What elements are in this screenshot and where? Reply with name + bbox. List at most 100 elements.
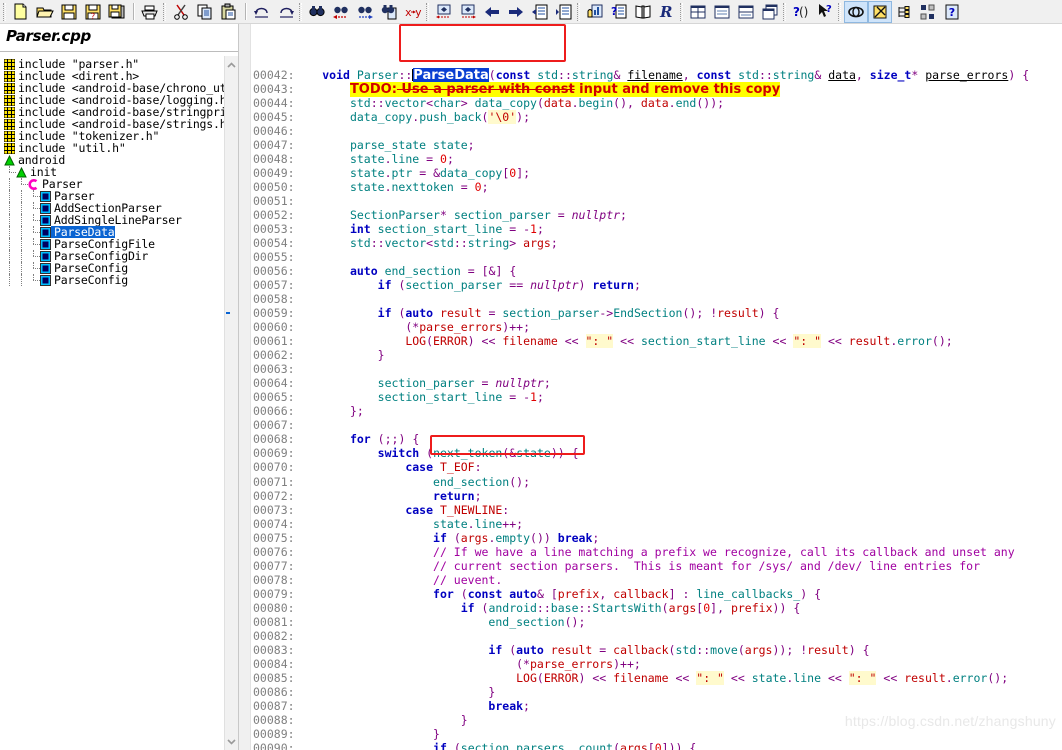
code-line[interactable]: 00049: state.ptr = &data_copy[0];: [253, 166, 1062, 180]
code-line[interactable]: 00078: // uevent.: [253, 573, 1062, 587]
undo-button[interactable]: [250, 1, 274, 23]
scroll-thumb[interactable]: [225, 312, 230, 314]
code-line[interactable]: 00065: section_start_line = -1;: [253, 390, 1062, 404]
find-button[interactable]: [305, 1, 329, 23]
code-line[interactable]: 00055:: [253, 250, 1062, 264]
code-line[interactable]: 00062: }: [253, 348, 1062, 362]
code-line[interactable]: 00059: if (auto result = section_parser-…: [253, 306, 1062, 320]
open-folder-button[interactable]: [33, 1, 57, 23]
components-button[interactable]: [916, 1, 940, 23]
scroll-up-icon[interactable]: [225, 58, 239, 72]
back-arrow-button[interactable]: [480, 1, 504, 23]
outline-tree-button[interactable]: [892, 1, 916, 23]
code-area[interactable]: 00042: void Parser::ParseData(const std:…: [239, 24, 1062, 750]
previous-bookmark-button[interactable]: [528, 1, 552, 23]
code-line[interactable]: 00077: // current section parsers. This …: [253, 559, 1062, 573]
code-line[interactable]: 00056: auto end_section = [&] {: [253, 264, 1062, 278]
toolbar-grip-4[interactable]: [426, 2, 429, 21]
code-line[interactable]: 00061: LOG(ERROR) << filename << ": " <<…: [253, 334, 1062, 349]
code-line[interactable]: 00050: state.nexttoken = 0;: [253, 180, 1062, 194]
context-help-button[interactable]: ?: [607, 1, 631, 23]
code-line[interactable]: 00087: break;: [253, 699, 1062, 713]
code-line[interactable]: 00071: end_section();: [253, 475, 1062, 489]
toolbar-grip-2[interactable]: [163, 2, 166, 21]
jump-left-button[interactable]: [432, 1, 456, 23]
code-line[interactable]: 00067:: [253, 418, 1062, 432]
call-browser-button[interactable]: [583, 1, 607, 23]
save-all-button[interactable]: [105, 1, 129, 23]
code-line[interactable]: 00068: for (;;) {: [253, 432, 1062, 446]
code-line[interactable]: 00074: state.line++;: [253, 517, 1062, 531]
tree-item[interactable]: init: [2, 166, 224, 178]
toolbar-grip-8[interactable]: [838, 2, 841, 21]
jump-right-button[interactable]: [456, 1, 480, 23]
save-button[interactable]: [57, 1, 81, 23]
code-line[interactable]: 00089: }: [253, 727, 1062, 741]
regex-script-button[interactable]: R: [655, 1, 679, 23]
code-line[interactable]: 00048: state.line = 0;: [253, 152, 1062, 166]
print-button[interactable]: [138, 1, 162, 23]
code-line[interactable]: 00083: if (auto result = callback(std::m…: [253, 643, 1062, 657]
tile-grid-button[interactable]: [686, 1, 710, 23]
new-file-button[interactable]: [9, 1, 33, 23]
find-next-button[interactable]: [353, 1, 377, 23]
find-in-files-button[interactable]: [377, 1, 401, 23]
symbol-view-button[interactable]: [868, 0, 892, 23]
code-lines[interactable]: 00042: void Parser::ParseData(const std:…: [239, 66, 1062, 750]
code-line[interactable]: 00066: };: [253, 404, 1062, 418]
code-line[interactable]: 00090: if (section_parsers_.count(args[0…: [253, 741, 1062, 750]
code-line[interactable]: 00086: }: [253, 685, 1062, 699]
paste-button[interactable]: [217, 1, 241, 23]
replace-button[interactable]: xy: [401, 1, 425, 23]
code-line[interactable]: 00051:: [253, 194, 1062, 208]
code-line[interactable]: 00064: section_parser = nullptr;: [253, 376, 1062, 390]
toolbar-grip-5[interactable]: [577, 2, 580, 21]
code-line[interactable]: 00042: void Parser::ParseData(const std:…: [253, 68, 1062, 84]
code-line[interactable]: 00084: (*parse_errors)++;: [253, 657, 1062, 671]
code-line[interactable]: 00047: parse_state state;: [253, 138, 1062, 152]
redo-button[interactable]: [274, 1, 298, 23]
code-line[interactable]: 00046:: [253, 124, 1062, 138]
code-line[interactable]: 00053: int section_start_line = -1;: [253, 222, 1062, 236]
info-page-button[interactable]: ?: [940, 1, 964, 23]
symbol-tree-scrollbar[interactable]: [224, 56, 238, 750]
tree-item[interactable]: ParseConfig: [2, 274, 224, 286]
code-line[interactable]: 00060: (*parse_errors)++;: [253, 320, 1062, 334]
copy-button[interactable]: [193, 1, 217, 23]
code-line[interactable]: 00043: TODO: Use a parser with const inp…: [253, 82, 1062, 98]
code-line[interactable]: 00072: return;: [253, 489, 1062, 503]
toolbar-grip-3[interactable]: [299, 2, 302, 21]
code-line[interactable]: 00044: std::vector<char> data_copy(data.…: [253, 96, 1062, 110]
code-line[interactable]: 00079: for (const auto& [prefix, callbac…: [253, 587, 1062, 601]
tree-item[interactable]: Parser: [2, 178, 224, 190]
toolbar-grip-7[interactable]: [783, 2, 786, 21]
next-bookmark-button[interactable]: [552, 1, 576, 23]
open-book-button[interactable]: [631, 1, 655, 23]
toolbar-grip-6[interactable]: [680, 2, 683, 21]
cut-button[interactable]: [169, 1, 193, 23]
code-line[interactable]: 00045: data_copy.push_back('\0');: [253, 110, 1062, 125]
code-line[interactable]: 00070: case T_EOF:: [253, 460, 1062, 474]
find-previous-button[interactable]: [329, 1, 353, 23]
code-line[interactable]: 00058:: [253, 292, 1062, 306]
class-view-button[interactable]: [844, 0, 868, 23]
scroll-down-icon[interactable]: [225, 734, 239, 748]
forward-arrow-button[interactable]: [504, 1, 528, 23]
code-line[interactable]: 00088: }: [253, 713, 1062, 727]
code-line[interactable]: 00063:: [253, 362, 1062, 376]
code-line[interactable]: 00080: if (android::base::StartsWith(arg…: [253, 601, 1062, 615]
scroll-track[interactable]: [225, 72, 239, 734]
code-line[interactable]: 00081: end_section();: [253, 615, 1062, 629]
code-line[interactable]: 00057: if (section_parser == nullptr) re…: [253, 278, 1062, 292]
code-line[interactable]: 00052: SectionParser* section_parser = n…: [253, 208, 1062, 222]
code-line[interactable]: 00073: case T_NEWLINE:: [253, 503, 1062, 517]
code-line[interactable]: 00082:: [253, 629, 1062, 643]
whats-this-button[interactable]: ?: [813, 1, 837, 23]
toolbar-grip[interactable]: [3, 2, 6, 21]
function-help-button[interactable]: ?(): [789, 1, 813, 23]
cascade-windows-button[interactable]: [758, 1, 782, 23]
code-line[interactable]: 00076: // If we have a line matching a p…: [253, 545, 1062, 559]
code-line[interactable]: 00054: std::vector<std::string> args;: [253, 236, 1062, 250]
save-as-button[interactable]: ?: [81, 1, 105, 23]
tile-horizontal-button[interactable]: [710, 1, 734, 23]
